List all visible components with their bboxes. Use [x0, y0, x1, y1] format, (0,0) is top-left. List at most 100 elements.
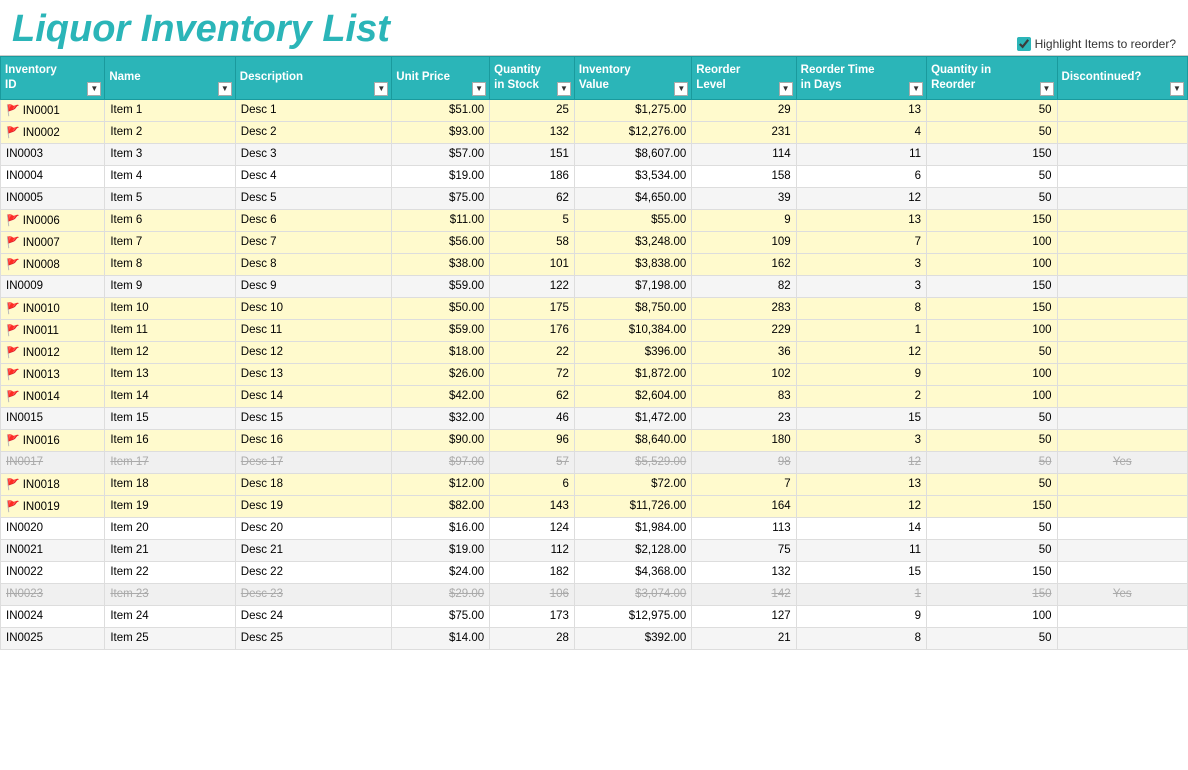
cell-inv: $5,529.00 [574, 451, 691, 473]
cell-disc [1057, 165, 1187, 187]
cell-desc: Desc 5 [235, 187, 392, 209]
table-container: InventoryID ▼ Name ▼ Description ▼ Unit … [0, 56, 1188, 650]
cell-desc: Desc 14 [235, 385, 392, 407]
cell-disc [1057, 385, 1187, 407]
cell-rlevel: 109 [692, 231, 796, 253]
cell-inv: $2,604.00 [574, 385, 691, 407]
cell-rlevel: 142 [692, 583, 796, 605]
cell-inv: $12,975.00 [574, 605, 691, 627]
col-filter-disc[interactable]: ▼ [1170, 82, 1184, 96]
cell-qty: 57 [490, 451, 575, 473]
cell-id: IN0025 [1, 627, 105, 649]
cell-rlevel: 132 [692, 561, 796, 583]
cell-qty: 122 [490, 275, 575, 297]
cell-qty: 132 [490, 121, 575, 143]
cell-name: Item 16 [105, 429, 235, 451]
table-body: 🚩IN0001Item 1Desc 1$51.0025$1,275.002913… [1, 99, 1188, 649]
col-filter-name[interactable]: ▼ [218, 82, 232, 96]
cell-id: IN0023 [1, 583, 105, 605]
cell-inv: $3,248.00 [574, 231, 691, 253]
cell-desc: Desc 10 [235, 297, 392, 319]
cell-disc [1057, 253, 1187, 275]
cell-uprice: $11.00 [392, 209, 490, 231]
cell-name: Item 24 [105, 605, 235, 627]
cell-rtime: 7 [796, 231, 926, 253]
cell-qreorder: 50 [927, 165, 1057, 187]
cell-rlevel: 7 [692, 473, 796, 495]
cell-name: Item 10 [105, 297, 235, 319]
cell-id: IN0022 [1, 561, 105, 583]
cell-qty: 62 [490, 187, 575, 209]
cell-id: IN0020 [1, 517, 105, 539]
cell-desc: Desc 17 [235, 451, 392, 473]
cell-id: 🚩IN0010 [1, 297, 105, 319]
cell-inv: $1,275.00 [574, 99, 691, 121]
table-row: IN0020Item 20Desc 20$16.00124$1,984.0011… [1, 517, 1188, 539]
cell-id: IN0003 [1, 143, 105, 165]
cell-name: Item 23 [105, 583, 235, 605]
cell-qty: 175 [490, 297, 575, 319]
cell-qreorder: 50 [927, 121, 1057, 143]
cell-name: Item 14 [105, 385, 235, 407]
highlight-label[interactable]: Highlight Items to reorder? [1017, 37, 1176, 51]
cell-disc [1057, 319, 1187, 341]
cell-inv: $8,607.00 [574, 143, 691, 165]
table-row: 🚩IN0007Item 7Desc 7$56.0058$3,248.001097… [1, 231, 1188, 253]
cell-disc [1057, 605, 1187, 627]
cell-disc: Yes [1057, 583, 1187, 605]
cell-rlevel: 102 [692, 363, 796, 385]
cell-qreorder: 150 [927, 495, 1057, 517]
cell-qreorder: 50 [927, 473, 1057, 495]
cell-name: Item 13 [105, 363, 235, 385]
cell-name: Item 3 [105, 143, 235, 165]
cell-rtime: 14 [796, 517, 926, 539]
cell-inv: $392.00 [574, 627, 691, 649]
cell-rtime: 1 [796, 319, 926, 341]
table-row: IN0009Item 9Desc 9$59.00122$7,198.008231… [1, 275, 1188, 297]
col-filter-id[interactable]: ▼ [87, 82, 101, 96]
cell-rtime: 3 [796, 253, 926, 275]
cell-inv: $7,198.00 [574, 275, 691, 297]
cell-rtime: 9 [796, 605, 926, 627]
col-filter-uprice[interactable]: ▼ [472, 82, 486, 96]
cell-inv: $8,750.00 [574, 297, 691, 319]
cell-rlevel: 82 [692, 275, 796, 297]
cell-desc: Desc 12 [235, 341, 392, 363]
col-filter-qreorder[interactable]: ▼ [1040, 82, 1054, 96]
col-filter-rlevel[interactable]: ▼ [779, 82, 793, 96]
cell-qreorder: 100 [927, 253, 1057, 275]
col-filter-desc[interactable]: ▼ [374, 82, 388, 96]
cell-id: IN0004 [1, 165, 105, 187]
column-header-row: InventoryID ▼ Name ▼ Description ▼ Unit … [1, 57, 1188, 100]
col-filter-rtime[interactable]: ▼ [909, 82, 923, 96]
cell-rtime: 9 [796, 363, 926, 385]
cell-desc: Desc 22 [235, 561, 392, 583]
cell-rlevel: 29 [692, 99, 796, 121]
cell-rtime: 4 [796, 121, 926, 143]
cell-disc [1057, 407, 1187, 429]
cell-inv: $3,838.00 [574, 253, 691, 275]
col-filter-inv[interactable]: ▼ [674, 82, 688, 96]
cell-qreorder: 100 [927, 363, 1057, 385]
cell-uprice: $19.00 [392, 539, 490, 561]
cell-desc: Desc 25 [235, 627, 392, 649]
cell-name: Item 25 [105, 627, 235, 649]
cell-inv: $3,074.00 [574, 583, 691, 605]
col-filter-qty[interactable]: ▼ [557, 82, 571, 96]
table-row: 🚩IN0018Item 18Desc 18$12.006$72.0071350 [1, 473, 1188, 495]
cell-rtime: 13 [796, 209, 926, 231]
cell-inv: $3,534.00 [574, 165, 691, 187]
table-row: 🚩IN0014Item 14Desc 14$42.0062$2,604.0083… [1, 385, 1188, 407]
cell-rtime: 6 [796, 165, 926, 187]
cell-uprice: $42.00 [392, 385, 490, 407]
flag-icon: 🚩 [6, 479, 20, 491]
cell-desc: Desc 16 [235, 429, 392, 451]
cell-uprice: $93.00 [392, 121, 490, 143]
cell-rlevel: 180 [692, 429, 796, 451]
cell-rtime: 8 [796, 627, 926, 649]
flag-icon: 🚩 [6, 325, 20, 337]
table-row: 🚩IN0002Item 2Desc 2$93.00132$12,276.0023… [1, 121, 1188, 143]
highlight-checkbox[interactable] [1017, 37, 1031, 51]
cell-uprice: $59.00 [392, 275, 490, 297]
cell-id: 🚩IN0013 [1, 363, 105, 385]
